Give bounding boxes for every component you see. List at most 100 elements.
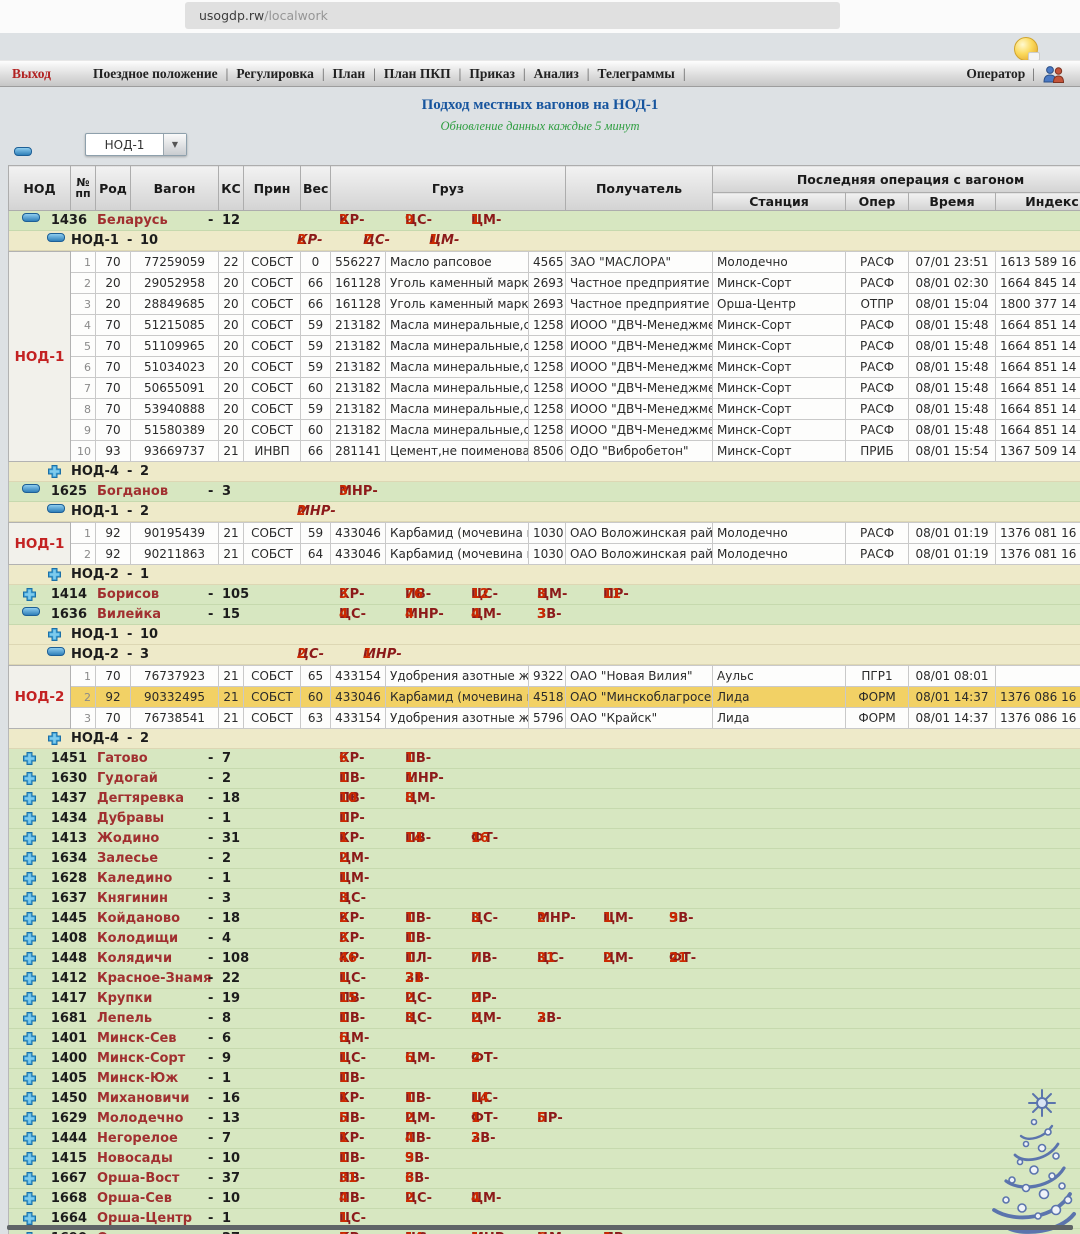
nod-summary-row[interactable]: НОД-1-10КР-2ЦС-7ЦМ-1: [9, 231, 1080, 252]
wagon-row[interactable]: 9705158038920СОБСТ60213182Масла минераль…: [9, 420, 1080, 441]
wagon-row[interactable]: 3202884968520СОБСТ66161128Уголь каменный…: [9, 294, 1080, 315]
wagon-row[interactable]: 2202905295820СОБСТ66161128Уголь каменный…: [9, 273, 1080, 294]
wagon-row[interactable]: НОД-11707725905922СОБСТ0556227Масло рапс…: [9, 252, 1080, 273]
summary-row[interactable]: 1637Княгинин-3ЦС-3: [9, 889, 1080, 909]
wagon-row[interactable]: 2929021186321СОБСТ64433046Карбамид (моче…: [9, 544, 1080, 565]
expand-icon[interactable]: [47, 567, 62, 586]
expand-icon[interactable]: [47, 731, 62, 750]
summary-row[interactable]: 1415Новосады-10ПВ-1ЗВ-9: [9, 1149, 1080, 1169]
summary-row[interactable]: 1437Дегтяревка-18ПВ-10ЦМ-8: [9, 789, 1080, 809]
expand-icon[interactable]: [22, 791, 37, 810]
summary-row[interactable]: 1412Красное-Знамя-22ЦС-1ЗВ-21: [9, 969, 1080, 989]
recipient-code-cell: 1258: [529, 399, 566, 420]
summary-row[interactable]: 1634Залесье-2ЦМ-2: [9, 849, 1080, 869]
menu-item-4[interactable]: Приказ: [469, 66, 515, 82]
wagon-total: 22: [222, 969, 240, 988]
nod-summary-row[interactable]: НОД-2-3ЦС-2МНР-1: [9, 645, 1080, 666]
row-number: 1: [71, 523, 96, 544]
summary-row[interactable]: 1414Борисов-105КР-3ПВ-76ЦС-12ЦМ-3ПР-11: [9, 585, 1080, 605]
expand-icon[interactable]: [22, 1091, 37, 1110]
bottom-scroll-bar[interactable]: [7, 1225, 1073, 1230]
menu-item-3[interactable]: План ПКП: [384, 66, 451, 82]
wagon-total: 2: [140, 462, 149, 481]
expand-icon[interactable]: [22, 971, 37, 990]
operators-people-icon[interactable]: [1042, 64, 1066, 84]
summary-row[interactable]: 1405Минск-Юж-1ПВ-1: [9, 1069, 1080, 1089]
summary-row[interactable]: 1629Молодечно-13ПВ-5ЦМ-2ФТ-1ПР-5: [9, 1109, 1080, 1129]
wagon-number-cell: 76738541: [131, 708, 219, 729]
summary-row[interactable]: 1667Орша-Вост-37ПВ-31ЗВ-6: [9, 1169, 1080, 1189]
expand-icon[interactable]: [22, 931, 37, 950]
expand-icon[interactable]: [22, 1031, 37, 1050]
summary-row[interactable]: 1636Вилейка-15ЦС-4МНР-4ЦМ-4ЗВ-3: [9, 605, 1080, 625]
wagon-row[interactable]: 10939366973721ИНВП66281141Цемент,не поим…: [9, 441, 1080, 462]
summary-row[interactable]: 1417Крупки-19ПВ-15ЦС-2ПР-2: [9, 989, 1080, 1009]
summary-row[interactable]: 1451Гатово-7КР-6ПВ-1: [9, 749, 1080, 769]
expand-icon[interactable]: [22, 911, 37, 930]
expand-icon[interactable]: [22, 831, 37, 850]
address-bar[interactable]: usogdp.rw/localwork: [185, 2, 840, 29]
nod-select[interactable]: НОД-1 ▼: [85, 133, 187, 156]
expand-icon[interactable]: [22, 1071, 37, 1090]
menu-item-0[interactable]: Поездное положение: [93, 66, 218, 82]
menu-item-exit[interactable]: Выход: [12, 66, 51, 82]
menu-item-5[interactable]: Анализ: [534, 66, 579, 82]
summary-row[interactable]: 1401Минск-Сев-6ЦМ-6: [9, 1029, 1080, 1049]
nod-summary-row[interactable]: НОД-1-10: [9, 625, 1080, 645]
summary-row[interactable]: 1445Койданово-18КР-2ПВ-1ЦС-3МНР-2ЦМ-1ЗВ-…: [9, 909, 1080, 929]
nod-summary-row[interactable]: НОД-4-2: [9, 462, 1080, 483]
expand-icon[interactable]: [22, 587, 37, 606]
expand-icon[interactable]: [22, 1191, 37, 1210]
wagon-row[interactable]: 2929033249521СОБСТ60433046Карбамид (моче…: [9, 687, 1080, 708]
chevron-down-icon[interactable]: ▼: [163, 134, 186, 155]
summary-row[interactable]: 1448Колядичи-108КР-46ПЛ-1ПВ-7ЦС-31ЦМ-2ФТ…: [9, 949, 1080, 969]
summary-row[interactable]: 1444Негорелое-7КР-1ПВ-4ЗВ-2: [9, 1129, 1080, 1149]
summary-row[interactable]: 1413Жодино-31КР-1ПВ-14ФТ-16: [9, 829, 1080, 849]
summary-row[interactable]: 1408Колодищи-4КР-3ПВ-1: [9, 929, 1080, 949]
wagon-row[interactable]: 5705110996520СОБСТ59213182Масла минераль…: [9, 336, 1080, 357]
wagon-row[interactable]: НОД-21707673792321СОБСТ65433154Удобрения…: [9, 666, 1080, 687]
summary-row[interactable]: 1630Гудогай-2ПВ-1МНР-1: [9, 769, 1080, 789]
expand-icon[interactable]: [22, 1151, 37, 1170]
wagon-row[interactable]: 4705121508520СОБСТ59213182Масла минераль…: [9, 315, 1080, 336]
wagon-row[interactable]: 3707673854121СОБСТ63433154Удобрения азот…: [9, 708, 1080, 729]
expand-icon[interactable]: [22, 1011, 37, 1030]
summary-row[interactable]: 1450Михановичи-16КР-1ПВ-1ЦС-14: [9, 1089, 1080, 1109]
summary-row[interactable]: 1400Минск-Сорт-9ЦС-1ЦМ-6ФТ-2: [9, 1049, 1080, 1069]
nod-summary-row[interactable]: НОД-2-1: [9, 565, 1080, 586]
expand-icon[interactable]: [22, 891, 37, 910]
menu-item-6[interactable]: Телеграммы: [597, 66, 674, 82]
summary-row[interactable]: 1681Лепель-8ПВ-1ЦС-3ЦМ-2ЗВ-2: [9, 1009, 1080, 1029]
menu-item-2[interactable]: План: [333, 66, 366, 82]
wagon-row[interactable]: 8705394088820СОБСТ59213182Масла минераль…: [9, 399, 1080, 420]
help-balloon-icon[interactable]: [1014, 37, 1040, 61]
summary-row[interactable]: 1625Богданов-3МНР-3: [9, 482, 1080, 502]
expand-icon[interactable]: [22, 1111, 37, 1130]
nod-summary-row[interactable]: НОД-1-2МНР-2: [9, 502, 1080, 523]
wagon-row[interactable]: 6705103402320СОБСТ59213182Масла минераль…: [9, 357, 1080, 378]
summary-row[interactable]: 1668Орша-Сев-10ПВ-4ЦС-2ЦМ-4: [9, 1189, 1080, 1209]
expand-icon[interactable]: [22, 871, 37, 890]
expand-icon[interactable]: [22, 811, 37, 830]
expand-icon[interactable]: [22, 1131, 37, 1150]
nod-summary-row[interactable]: НОД-4-2: [9, 729, 1080, 750]
expand-icon[interactable]: [22, 1051, 37, 1070]
expand-icon[interactable]: [47, 464, 62, 483]
summary-row[interactable]: 1434Дубравы-1ПР-1: [9, 809, 1080, 829]
nod-name: НОД-4: [71, 462, 119, 481]
wagon-row[interactable]: НОД-11929019543921СОБСТ59433046Карбамид …: [9, 523, 1080, 544]
expand-icon[interactable]: [22, 951, 37, 970]
collapse-all-icon[interactable]: [14, 141, 32, 160]
expand-icon[interactable]: [22, 851, 37, 870]
station-name: Молодечно: [97, 1109, 183, 1128]
expand-icon[interactable]: [22, 1171, 37, 1190]
expand-icon[interactable]: [22, 771, 37, 790]
expand-icon[interactable]: [47, 627, 62, 646]
summary-row[interactable]: 1436Беларусь-12КР-2ЦС-9ЦМ-1: [9, 211, 1080, 232]
summary-row[interactable]: 1628Каледино-1ЦМ-1: [9, 869, 1080, 889]
expand-icon[interactable]: [22, 991, 37, 1010]
expand-icon[interactable]: [22, 751, 37, 770]
wagon-row[interactable]: 7705065509120СОБСТ60213182Масла минераль…: [9, 378, 1080, 399]
menu-item-1[interactable]: Регулировка: [236, 66, 314, 82]
wagon-total: 16: [222, 1089, 240, 1108]
